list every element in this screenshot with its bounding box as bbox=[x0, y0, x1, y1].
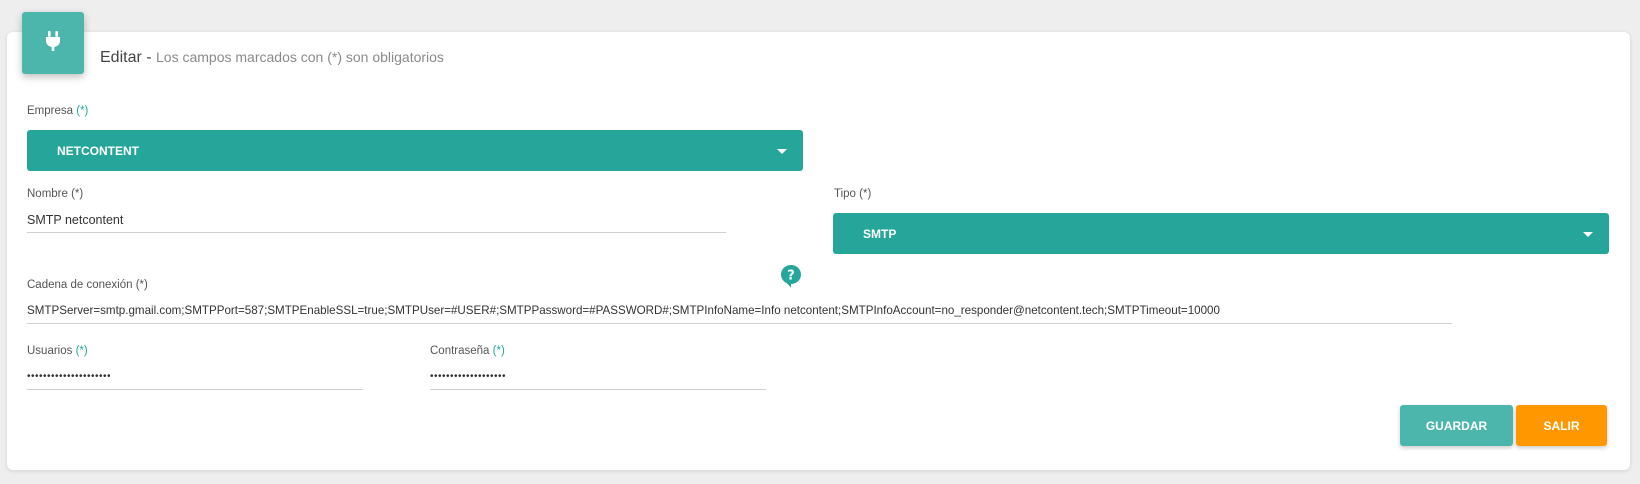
caret-down-icon bbox=[1583, 232, 1593, 237]
header-icon-box bbox=[22, 12, 84, 74]
page-title-main: Editar bbox=[100, 49, 142, 66]
cadena-input[interactable]: SMTPServer=smtp.gmail.com;SMTPPort=587;S… bbox=[27, 298, 1452, 324]
contrasena-required-mark: (*) bbox=[492, 345, 505, 357]
nombre-input-value: SMTP netcontent bbox=[27, 212, 124, 227]
usuarios-input-value: ••••••••••••••••••••• bbox=[27, 371, 112, 382]
tipo-label: Tipo (*) bbox=[834, 188, 872, 200]
help-bubble-icon[interactable]: ? bbox=[780, 264, 802, 293]
contrasena-label: Contraseña (*) bbox=[430, 345, 505, 357]
cadena-label: Cadena de conexión (*) bbox=[27, 279, 148, 291]
usuarios-label: Usuarios (*) bbox=[27, 345, 88, 357]
usuarios-label-text: Usuarios bbox=[27, 345, 73, 357]
svg-text:?: ? bbox=[787, 269, 795, 284]
contrasena-label-text: Contraseña bbox=[430, 345, 490, 357]
exit-button[interactable]: SALIR bbox=[1516, 405, 1607, 446]
nombre-label: Nombre (*) bbox=[27, 188, 84, 200]
empresa-select[interactable]: NETCONTENT bbox=[27, 130, 803, 171]
page-subtitle: Los campos marcados con (*) son obligato… bbox=[156, 49, 444, 65]
cadena-input-value: SMTPServer=smtp.gmail.com;SMTPPort=587;S… bbox=[27, 304, 1220, 317]
tipo-select-value: SMTP bbox=[863, 226, 897, 241]
page-title-separator: - bbox=[141, 49, 157, 66]
empresa-label: Empresa (*) bbox=[27, 105, 88, 117]
save-button[interactable]: GUARDAR bbox=[1400, 405, 1513, 446]
empresa-required-mark: (*) bbox=[76, 105, 89, 117]
usuarios-required-mark: (*) bbox=[75, 345, 88, 357]
usuarios-input[interactable]: ••••••••••••••••••••• bbox=[27, 364, 363, 390]
empresa-select-value: NETCONTENT bbox=[57, 143, 139, 158]
page-title: Editar - Los campos marcados con (*) son… bbox=[100, 49, 444, 67]
nombre-input[interactable]: SMTP netcontent bbox=[27, 207, 726, 233]
plug-icon bbox=[42, 29, 64, 58]
caret-down-icon bbox=[777, 149, 787, 154]
contrasena-input-value: ••••••••••••••••••• bbox=[430, 371, 507, 382]
contrasena-input[interactable]: ••••••••••••••••••• bbox=[430, 364, 766, 390]
empresa-label-text: Empresa bbox=[27, 105, 74, 117]
tipo-select[interactable]: SMTP bbox=[833, 213, 1609, 254]
